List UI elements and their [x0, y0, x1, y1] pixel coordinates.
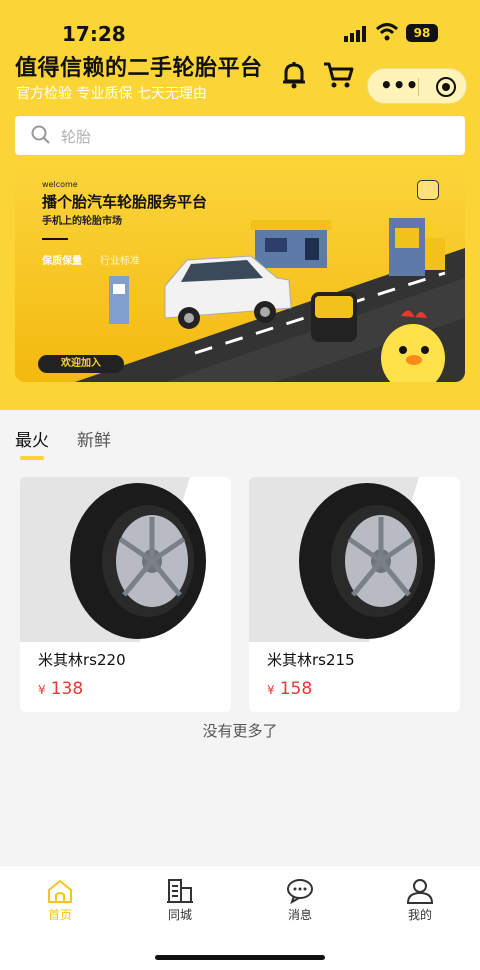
- banner-tag-quality: 保质保量: [42, 256, 82, 267]
- tab-hottest[interactable]: 最火: [15, 426, 49, 451]
- more-icon[interactable]: •••: [380, 75, 418, 97]
- no-more-text: 没有更多了: [202, 722, 278, 740]
- tire-image: [20, 477, 231, 642]
- home-icon: [48, 880, 72, 903]
- tabbar-label: 消息: [287, 908, 312, 922]
- currency-symbol: ¥: [267, 683, 275, 697]
- product-card[interactable]: 米其林rs215 ¥ 158: [249, 477, 460, 712]
- tabbar-item-profile[interactable]: 我的: [390, 878, 450, 923]
- wifi-icon: [376, 23, 398, 41]
- status-time: 17:28: [62, 22, 126, 46]
- search-placeholder: 轮胎: [61, 128, 92, 146]
- banner-title: 播个胎汽车轮胎服务平台: [42, 193, 208, 211]
- tabbar-item-local[interactable]: 同城: [150, 878, 210, 923]
- search-bar[interactable]: 轮胎: [15, 116, 465, 155]
- close-target-icon[interactable]: [436, 77, 456, 97]
- tabbar-item-home[interactable]: 首页: [30, 878, 90, 923]
- join-button[interactable]: 欢迎加入: [38, 355, 124, 373]
- status-bar: 17:28 98: [0, 20, 480, 50]
- banner-welcome: welcome: [42, 180, 78, 189]
- product-card[interactable]: 米其林rs220 ¥ 138: [20, 477, 231, 712]
- product-name: 米其林rs215: [267, 651, 355, 669]
- mini-program-capsule: •••: [367, 68, 467, 104]
- tab-newest[interactable]: 新鲜: [77, 426, 111, 451]
- price-value: 158: [279, 679, 313, 699]
- category-tabs: 最火 新鲜: [0, 410, 480, 465]
- tire-image: [249, 477, 460, 642]
- tabbar-item-messages[interactable]: 消息: [270, 878, 330, 923]
- signal-icon: [344, 26, 366, 42]
- page-subtitle: 官方检验 专业质保 七天无理由: [16, 86, 207, 102]
- currency-symbol: ¥: [38, 683, 46, 697]
- home-indicator: [155, 955, 325, 960]
- cart-icon[interactable]: [322, 60, 354, 90]
- banner-divider: [42, 238, 68, 240]
- tabbar-label: 首页: [47, 908, 72, 922]
- tabbar-label: 同城: [167, 908, 192, 922]
- price-value: 138: [50, 679, 84, 699]
- person-icon: [406, 879, 434, 904]
- header-area: 17:28 98 值得信赖的二手轮胎平台 官方检验 专业质保 七天无理由 •••: [0, 0, 480, 410]
- product-price: ¥ 138: [38, 679, 83, 699]
- banner-subtitle: 手机上的轮胎市场: [42, 216, 122, 227]
- banner-tag-standard: 行业标准: [100, 256, 140, 267]
- buildings-icon: [167, 879, 193, 903]
- chat-bubble-icon: [287, 879, 313, 904]
- refresh-icon: [417, 180, 439, 200]
- active-tab-indicator: [20, 456, 44, 460]
- promo-banner[interactable]: welcome 播个胎汽车轮胎服务平台 手机上的轮胎市场 保质保量 行业标准 欢…: [15, 168, 465, 382]
- capsule-divider: [418, 78, 419, 96]
- search-icon: [31, 125, 50, 144]
- tabbar-label: 我的: [407, 908, 432, 922]
- page-title: 值得信赖的二手轮胎平台: [15, 56, 263, 81]
- product-price: ¥ 158: [267, 679, 312, 699]
- battery-indicator: 98: [406, 24, 438, 42]
- bell-icon[interactable]: [280, 60, 308, 90]
- product-name: 米其林rs220: [38, 651, 126, 669]
